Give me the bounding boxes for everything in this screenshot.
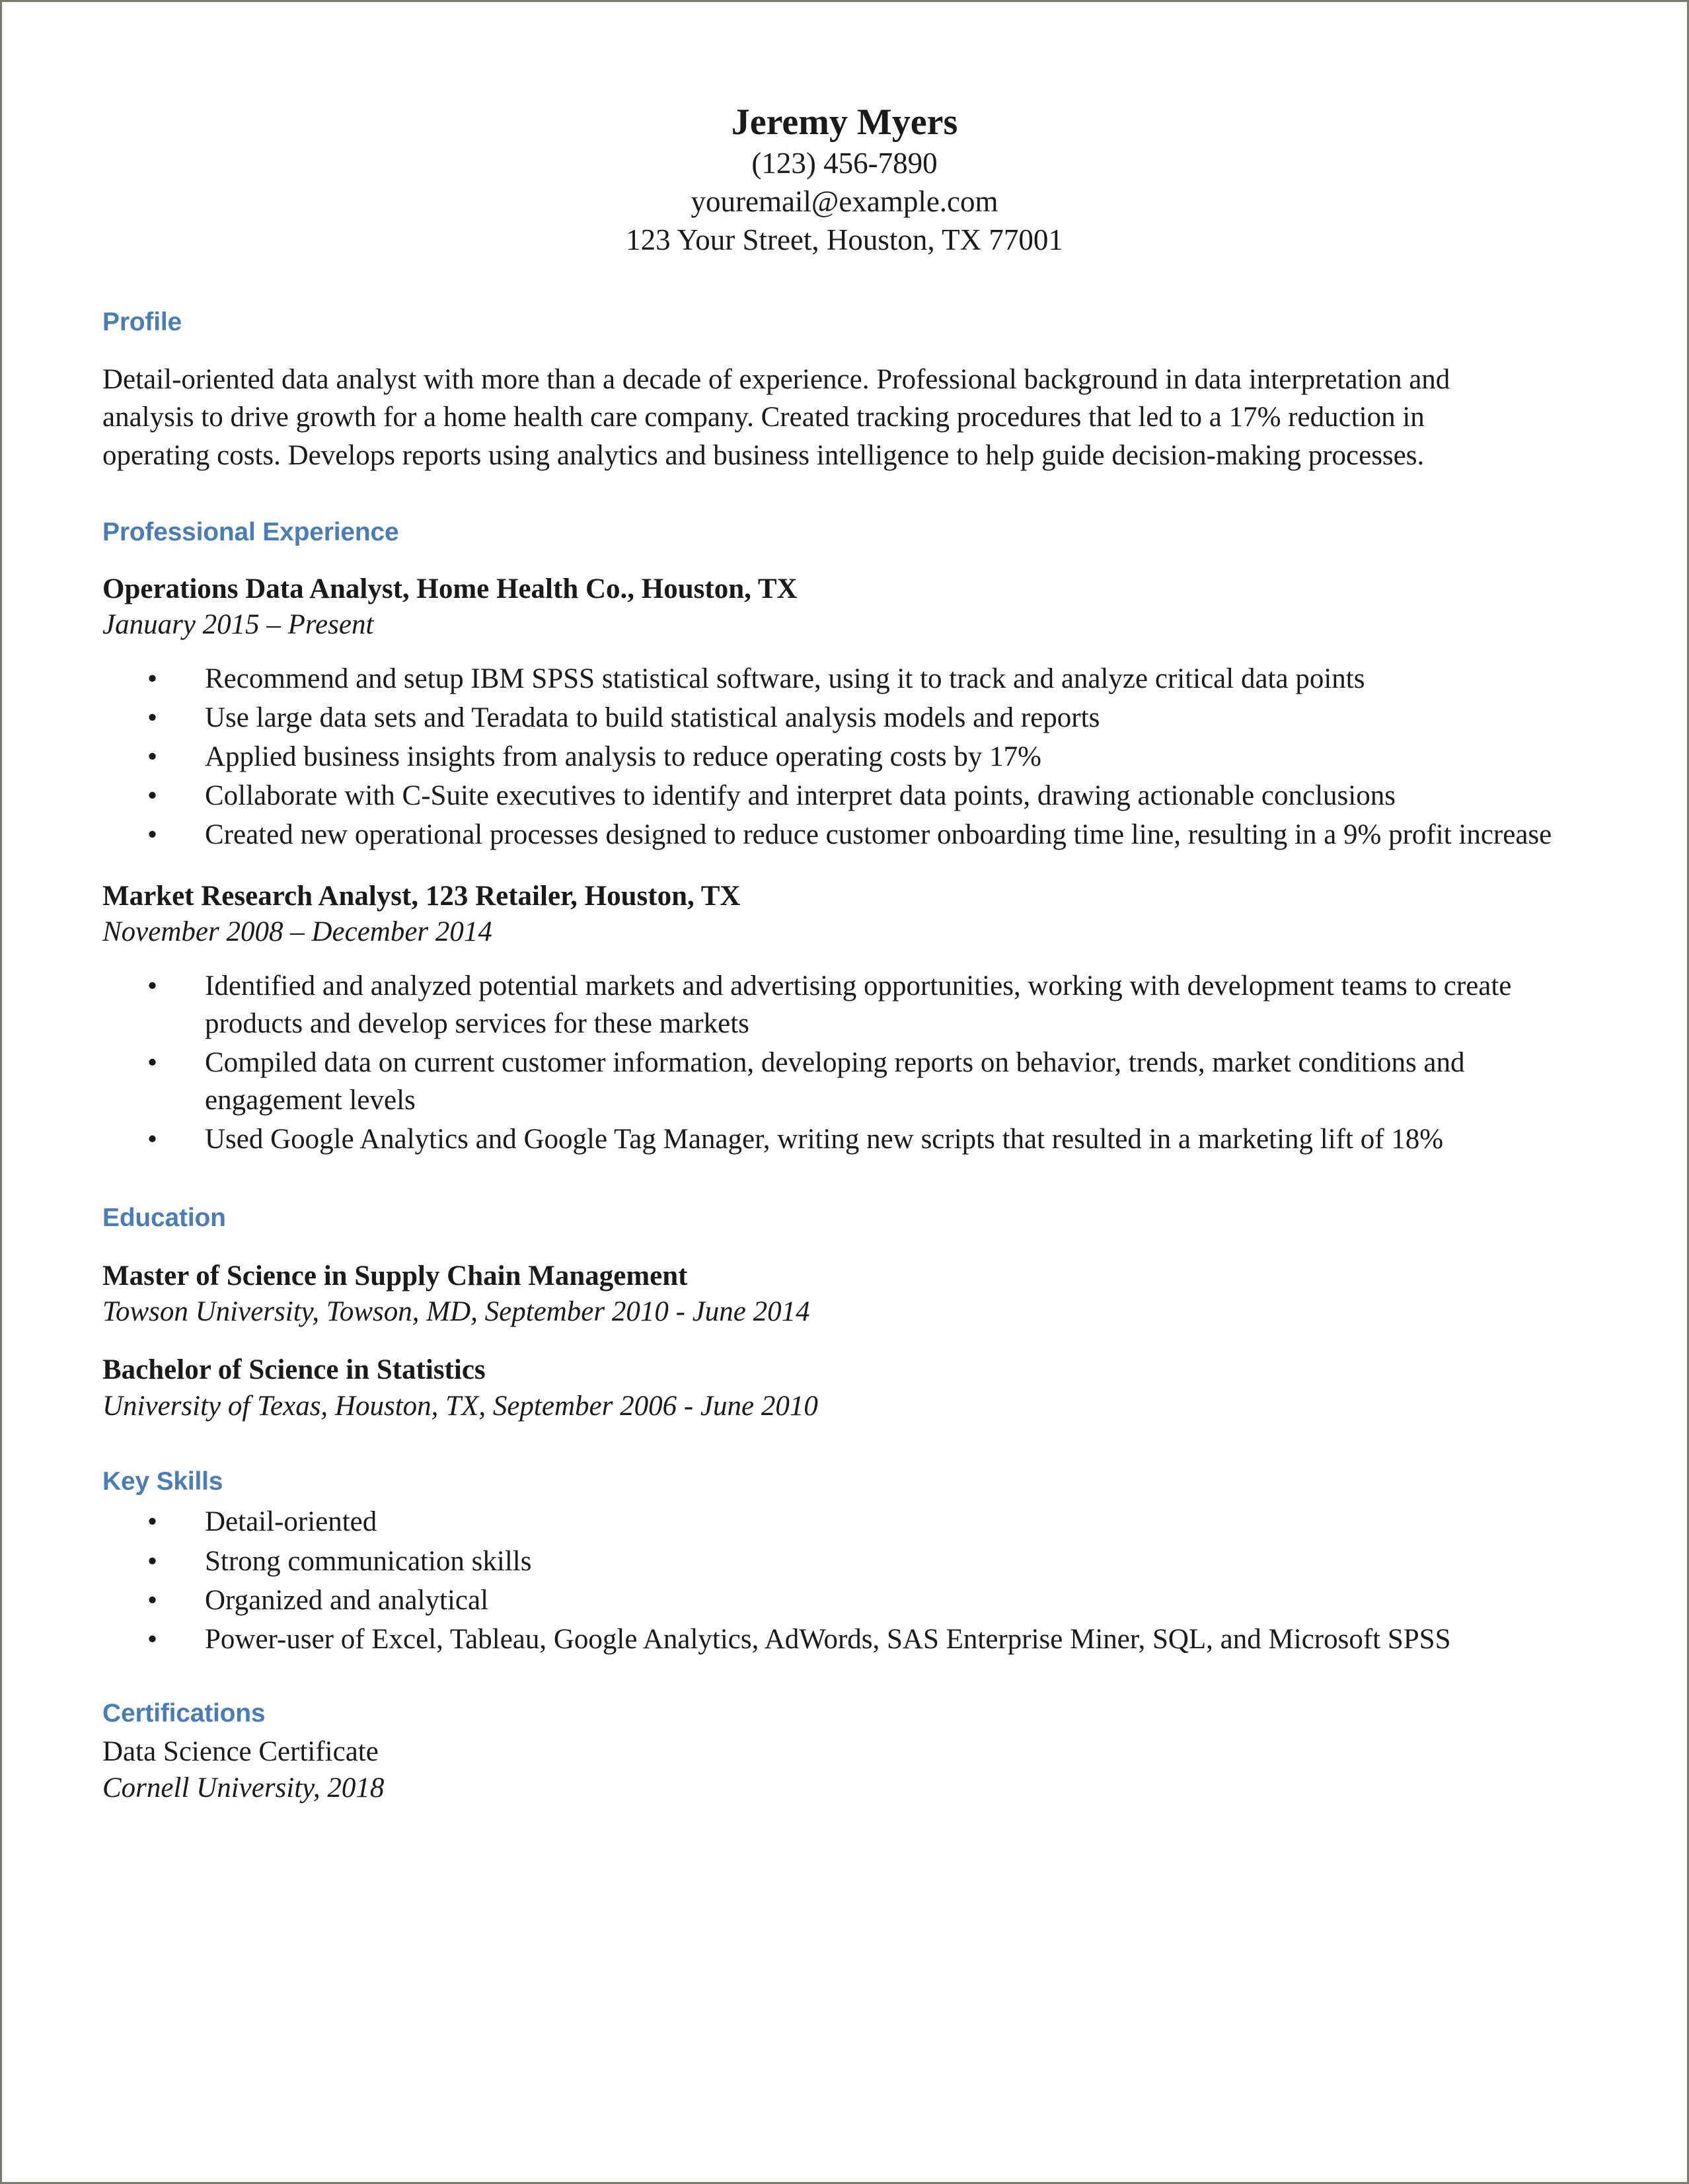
bullet-dot-icon: • — [147, 1545, 158, 1577]
list-item: • Use large data sets and Teradata to bui… — [102, 699, 1587, 737]
list-item-text: Use large data sets and Teradata to buil… — [205, 702, 1100, 733]
section-heading-education: Education — [102, 1203, 226, 1232]
bullet-dot-icon: • — [147, 702, 158, 733]
list-item: • Applied business insights from analysis… — [102, 738, 1587, 776]
education-entry: Master of Science in Supply Chain Manage… — [102, 1259, 1587, 1330]
certification-name: Data Science Certificate — [102, 1736, 379, 1768]
list-item: • Strong communication skills — [102, 1543, 1587, 1580]
skills-bullet-list: • Detail-oriented • Strong communication s… — [102, 1503, 1587, 1658]
section-heading-certifications: Certifications — [102, 1699, 266, 1728]
experience-entry: Market Research Analyst, 123 Retailer, H… — [102, 879, 1587, 1159]
list-item: • Power-user of Excel, Tableau, Google An… — [102, 1620, 1587, 1658]
bullet-dot-icon: • — [147, 741, 158, 773]
resume-header: Jeremy Myers (123) 456-7890 youremail@ex… — [102, 102, 1587, 259]
degree-title: Master of Science in Supply Chain Manage… — [102, 1260, 688, 1292]
candidate-phone: (123) 456-7890 — [751, 147, 938, 180]
bullet-dot-icon: • — [147, 1506, 158, 1538]
list-item: • Compiled data on current customer infor… — [102, 1044, 1587, 1119]
list-item-text: Collaborate with C-Suite executives to i… — [205, 780, 1396, 812]
section-heading-experience: Professional Experience — [102, 517, 399, 546]
bullet-dot-icon: • — [147, 663, 158, 694]
list-item-text: Strong communication skills — [205, 1545, 532, 1577]
resume-page: Jeremy Myers (123) 456-7890 youremail@ex… — [0, 0, 1689, 2184]
list-item-text: Created new operational processes design… — [205, 819, 1552, 851]
job-bullet-list: • Identified and analyzed potential marke… — [102, 967, 1587, 1159]
bullet-dot-icon: • — [147, 1584, 158, 1616]
degree-school-dates: Towson University, Towson, MD, September… — [102, 1295, 810, 1327]
job-title: Operations Data Analyst, Home Health Co.… — [102, 573, 798, 604]
list-item-text: Detail-oriented — [205, 1506, 377, 1538]
job-bullet-list: • Recommend and setup IBM SPSS statistica… — [102, 660, 1587, 854]
degree-title: Bachelor of Science in Statistics — [102, 1354, 486, 1386]
list-item: • Detail-oriented — [102, 1503, 1587, 1541]
list-item-text: Compiled data on current customer inform… — [205, 1046, 1465, 1116]
list-item-text: Identified and analyzed potential market… — [205, 970, 1512, 1039]
bullet-dot-icon: • — [147, 1623, 158, 1655]
job-dates: November 2008 – December 2014 — [102, 916, 492, 948]
list-item: • Created new operational processes desig… — [102, 816, 1587, 854]
bullet-dot-icon: • — [147, 1046, 158, 1078]
job-dates: January 2015 – Present — [102, 609, 374, 641]
list-item-text: Used Google Analytics and Google Tag Man… — [205, 1124, 1444, 1155]
list-item: • Organized and analytical — [102, 1582, 1587, 1619]
list-item: • Recommend and setup IBM SPSS statistica… — [102, 660, 1587, 698]
experience-entry: Operations Data Analyst, Home Health Co.… — [102, 572, 1587, 854]
bullet-dot-icon: • — [147, 780, 158, 812]
candidate-address: 123 Your Street, Houston, TX 77001 — [626, 223, 1063, 256]
degree-school-dates: University of Texas, Houston, TX, Septem… — [102, 1390, 818, 1422]
list-item-text: Recommend and setup IBM SPSS statistical… — [205, 663, 1365, 694]
bullet-dot-icon: • — [147, 1124, 158, 1155]
certification-school-year: Cornell University, 2018 — [102, 1772, 385, 1803]
list-item-text: Applied business insights from analysis … — [205, 741, 1041, 773]
list-item-text: Power-user of Excel, Tableau, Google Ana… — [205, 1623, 1451, 1655]
bullet-dot-icon: • — [147, 970, 158, 1001]
resume-page-inner: Jeremy Myers (123) 456-7890 youremail@ex… — [2, 2, 1687, 2182]
list-item: • Collaborate with C-Suite executives to … — [102, 777, 1587, 815]
section-heading-key-skills: Key Skills — [102, 1467, 223, 1496]
list-item: • Used Google Analytics and Google Tag Ma… — [102, 1120, 1587, 1158]
profile-summary-text: Detail-oriented data analyst with more t… — [102, 364, 1450, 471]
section-heading-profile: Profile — [102, 308, 182, 337]
education-entry: Bachelor of Science in Statistics Univer… — [102, 1353, 1587, 1424]
list-item: • Identified and analyzed potential marke… — [102, 967, 1587, 1042]
job-title: Market Research Analyst, 123 Retailer, H… — [102, 880, 741, 912]
bullet-dot-icon: • — [147, 819, 158, 851]
list-item-text: Organized and analytical — [205, 1584, 489, 1616]
candidate-email: youremail@example.com — [691, 185, 998, 219]
candidate-name: Jeremy Myers — [731, 102, 958, 143]
